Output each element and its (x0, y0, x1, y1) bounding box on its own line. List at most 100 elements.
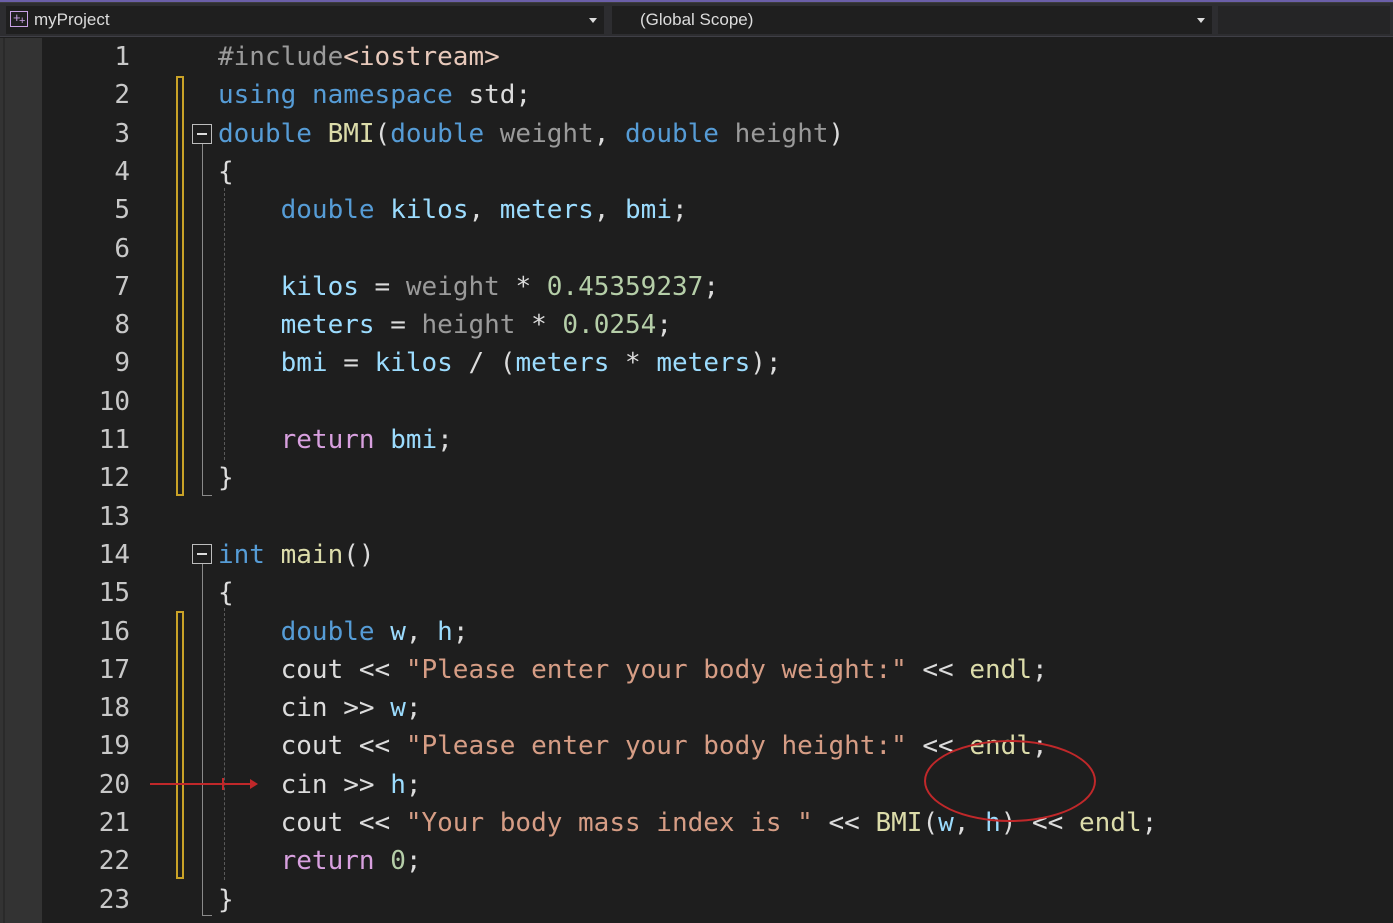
code-token: , (405, 616, 438, 647)
code-token: double (390, 118, 485, 149)
code-line[interactable]: 19 cout << "Please enter your body heigh… (0, 727, 1393, 765)
code-line[interactable]: 10 (0, 383, 1393, 421)
code-token: double (280, 616, 375, 647)
code-token: main (280, 539, 344, 570)
code-token: ; (703, 271, 719, 302)
code-text[interactable]: } (218, 459, 234, 497)
code-text[interactable]: return bmi; (218, 421, 453, 459)
code-line[interactable]: 23} (0, 881, 1393, 919)
code-token: } (218, 463, 234, 494)
code-token: bmi (280, 348, 328, 379)
code-token: , (468, 195, 500, 226)
code-token: double (625, 118, 719, 149)
code-text[interactable]: } (218, 881, 234, 919)
code-text[interactable]: { (218, 574, 234, 612)
code-line[interactable]: 14 int main() (0, 536, 1393, 574)
code-token: 0.45359237 (546, 271, 704, 302)
code-line[interactable]: 1 #include<iostream> (0, 38, 1393, 76)
code-text[interactable]: double kilos, meters, bmi; (218, 191, 688, 229)
code-line[interactable]: 15 { (0, 574, 1393, 612)
annotation-arrow (150, 783, 254, 785)
line-number: 16 (98, 616, 130, 647)
code-line[interactable]: 13 (0, 498, 1393, 536)
code-line[interactable]: 5 double kilos, meters, bmi; (0, 191, 1393, 229)
code-text[interactable]: cin >> w; (218, 689, 422, 727)
code-text[interactable]: cout << "Please enter your body height:"… (218, 727, 1048, 765)
code-editor[interactable]: 1 #include<iostream> 2 using namespace std;… (0, 38, 1393, 923)
member-dropdown[interactable] (1218, 6, 1390, 34)
code-token: ; (437, 425, 453, 455)
code-line[interactable]: 7 kilos = weight * 0.45359237; (0, 268, 1393, 306)
code-text[interactable]: return 0; (218, 842, 422, 880)
code-line[interactable]: 4{ (0, 153, 1393, 191)
code-token: } (218, 884, 234, 915)
code-text[interactable]: cout << "Please enter your body weight:"… (218, 651, 1048, 689)
code-line[interactable]: 8 meters = height * 0.0254; (0, 306, 1393, 344)
code-text[interactable]: { (218, 153, 234, 191)
code-token: ) (828, 118, 845, 149)
code-text[interactable]: double BMI(double weight, double height) (218, 115, 844, 153)
project-dropdown[interactable]: myProject (6, 4, 604, 35)
code-line[interactable]: 16 double w, h; (0, 613, 1393, 651)
code-token: ; (1141, 808, 1158, 838)
code-token: , (593, 195, 626, 226)
code-line[interactable]: 9 bmi = kilos / (meters * meters); (0, 344, 1393, 382)
code-token: height (421, 310, 516, 341)
line-number: 22 (98, 846, 130, 877)
code-token: using (218, 80, 297, 111)
code-line[interactable]: 18 cin >> w; (0, 689, 1393, 727)
code-token: = (374, 310, 422, 341)
code-token: = (327, 348, 375, 379)
code-token: w (390, 616, 406, 647)
code-token: ; (672, 195, 688, 226)
code-token: cout << (218, 654, 406, 685)
scope-dropdown[interactable]: (Global Scope) (612, 6, 1212, 34)
code-line[interactable]: 2 using namespace std; (0, 76, 1393, 114)
chevron-down-icon[interactable] (589, 18, 597, 23)
code-token: { (218, 156, 234, 187)
line-number: 19 (98, 731, 130, 762)
code-line[interactable]: 12} (0, 459, 1393, 497)
code-text[interactable]: int main() (218, 536, 375, 574)
code-token: () (343, 539, 375, 570)
code-token: * (499, 271, 547, 302)
chevron-down-icon[interactable] (1197, 18, 1205, 23)
code-text[interactable]: kilos = weight * 0.45359237; (218, 268, 719, 306)
line-number: 12 (98, 463, 130, 494)
line-number: 8 (114, 310, 130, 341)
code-line[interactable]: 17 cout << "Please enter your body weigh… (0, 651, 1393, 689)
code-token: meters (280, 310, 375, 341)
line-number: 23 (98, 884, 130, 915)
code-text[interactable]: bmi = kilos / (meters * meters); (218, 344, 782, 382)
code-text[interactable]: meters = height * 0.0254; (218, 306, 672, 344)
code-line[interactable]: 3 double BMI(double weight, double height… (0, 115, 1393, 153)
line-number: 1 (114, 42, 130, 72)
code-text[interactable]: #include<iostream> (218, 38, 500, 76)
code-token: ; (405, 693, 422, 724)
code-line[interactable]: 11 return bmi; (0, 421, 1393, 459)
code-line[interactable]: 6 (0, 230, 1393, 268)
code-token: bmi (625, 195, 672, 226)
code-token: bmi (390, 425, 438, 455)
code-line[interactable]: 21 cout << "Your body mass index is " <<… (0, 804, 1393, 842)
code-token: / ( (452, 348, 516, 379)
code-line[interactable]: 22 return 0; (0, 842, 1393, 880)
code-token: , (593, 118, 626, 149)
code-text[interactable]: using namespace std; (218, 76, 531, 114)
code-token: endl (969, 654, 1032, 685)
line-number: 3 (114, 118, 130, 149)
code-text[interactable]: double w, h; (218, 613, 469, 651)
code-token: 0 (390, 846, 406, 877)
code-token: << (812, 808, 876, 838)
code-token: namespace (311, 80, 453, 111)
code-token: height (734, 118, 829, 149)
code-token: ); (750, 348, 782, 379)
code-token: kilos (374, 348, 453, 379)
